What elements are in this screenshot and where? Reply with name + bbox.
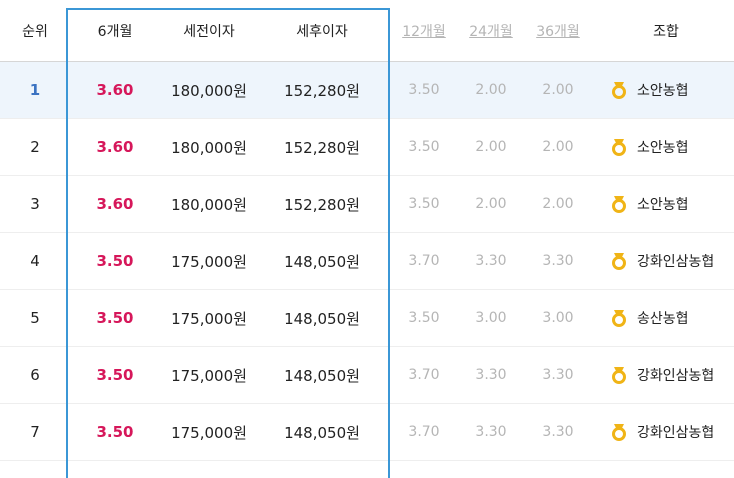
- header-12-months-link[interactable]: 12개월: [391, 0, 457, 61]
- table-row[interactable]: 2 3.60 180,000원 152,280원 3.50 2.00 2.00 …: [0, 119, 734, 176]
- post-tax-cell: 152,280원: [284, 195, 360, 214]
- post-tax-cell: 152,280원: [284, 138, 360, 157]
- union-cell[interactable]: 소안농협: [598, 176, 734, 232]
- rate-24m-cell: 2.00: [475, 196, 507, 212]
- rate-12m-cell: 3.50: [408, 196, 440, 212]
- rate-36m-cell: 3.00: [542, 310, 574, 326]
- union-name: 강화인삼농협: [637, 254, 715, 270]
- rate-36m-cell: 3.30: [542, 367, 574, 383]
- header-rank: 순위: [22, 23, 48, 40]
- medal-icon: [612, 139, 626, 156]
- rank-cell: 4: [30, 252, 40, 270]
- rank-cell: 5: [30, 309, 40, 327]
- rate-12m-cell: 3.50: [408, 310, 440, 326]
- union-cell[interactable]: 소안농협: [598, 62, 734, 118]
- post-tax-cell: 148,050원: [284, 252, 360, 271]
- pre-tax-cell: 175,000원: [171, 366, 247, 385]
- table-header: 순위 6개월 세전이자 세후이자 12개월 24개월 36개월 조합: [0, 0, 734, 62]
- union-cell[interactable]: 강화인삼농협: [598, 347, 734, 403]
- header-24-months-link[interactable]: 24개월: [457, 0, 525, 61]
- pre-tax-cell: 180,000원: [171, 138, 247, 157]
- rank-cell: 3: [30, 195, 40, 213]
- table-row[interactable]: 4 3.50 175,000원 148,050원 3.70 3.30 3.30 …: [0, 233, 734, 290]
- union-name: 소안농협: [637, 140, 689, 156]
- rate-36m-cell: 2.00: [542, 82, 574, 98]
- medal-icon: [612, 82, 626, 99]
- rate-12m-cell: 3.50: [408, 139, 440, 155]
- rate-24m-cell: 2.00: [475, 139, 507, 155]
- rate-6m-cell: 3.50: [96, 252, 134, 270]
- union-cell[interactable]: 강화인삼농협: [598, 233, 734, 289]
- union-cell[interactable]: 소안농협: [598, 119, 734, 175]
- medal-icon: [612, 367, 626, 384]
- post-tax-cell: 148,050원: [284, 309, 360, 328]
- rate-12m-cell: 3.70: [408, 367, 440, 383]
- rate-36m-cell: 2.00: [542, 196, 574, 212]
- table-row[interactable]: 7 3.50 175,000원 148,050원 3.70 3.30 3.30 …: [0, 404, 734, 461]
- rate-6m-cell: 3.50: [96, 309, 134, 327]
- union-name: 소안농협: [637, 197, 689, 213]
- rank-cell: 1: [29, 81, 41, 99]
- pre-tax-cell: 175,000원: [171, 309, 247, 328]
- post-tax-cell: 148,050원: [284, 366, 360, 385]
- header-post-tax-interest: 세후이자: [296, 23, 348, 40]
- table-row[interactable]: 5 3.50 175,000원 148,050원 3.50 3.00 3.00 …: [0, 290, 734, 347]
- rate-6m-cell: 3.60: [96, 81, 134, 99]
- rate-36m-cell: 3.30: [542, 253, 574, 269]
- rate-6m-cell: 3.60: [96, 138, 134, 156]
- rate-12m-cell: 3.50: [408, 82, 440, 98]
- header-union: 조합: [653, 23, 679, 40]
- union-name: 강화인삼농협: [637, 368, 715, 384]
- rank-cell: 6: [30, 366, 40, 384]
- medal-icon: [612, 253, 626, 270]
- rate-36m-cell: 2.00: [542, 139, 574, 155]
- pre-tax-cell: 180,000원: [171, 195, 247, 214]
- medal-icon: [612, 310, 626, 327]
- header-pre-tax-interest: 세전이자: [183, 23, 235, 40]
- post-tax-cell: 152,280원: [284, 81, 360, 100]
- pre-tax-cell: 175,000원: [171, 252, 247, 271]
- union-name: 소안농협: [637, 83, 689, 99]
- rate-24m-cell: 3.00: [475, 310, 507, 326]
- union-name: 송산농협: [637, 311, 689, 327]
- table-row[interactable]: 1 3.60 180,000원 152,280원 3.50 2.00 2.00 …: [0, 62, 734, 119]
- rate-24m-cell: 2.00: [475, 82, 507, 98]
- medal-icon: [612, 196, 626, 213]
- rate-24m-cell: 3.30: [475, 253, 507, 269]
- pre-tax-cell: 180,000원: [171, 81, 247, 100]
- rate-6m-cell: 3.60: [96, 195, 134, 213]
- medal-icon: [612, 424, 626, 441]
- header-36-months-link[interactable]: 36개월: [525, 0, 591, 61]
- rate-6m-cell: 3.50: [96, 366, 134, 384]
- rate-12m-cell: 3.70: [408, 253, 440, 269]
- rate-table: 순위 6개월 세전이자 세후이자 12개월 24개월 36개월 조합 1 3.6…: [0, 0, 734, 461]
- union-name: 강화인삼농협: [637, 425, 715, 441]
- union-cell[interactable]: 송산농협: [598, 290, 734, 346]
- table-row[interactable]: 3 3.60 180,000원 152,280원 3.50 2.00 2.00 …: [0, 176, 734, 233]
- header-6-months[interactable]: 6개월: [66, 0, 164, 61]
- rank-cell: 2: [30, 138, 40, 156]
- rate-24m-cell: 3.30: [475, 367, 507, 383]
- table-row[interactable]: 6 3.50 175,000원 148,050원 3.70 3.30 3.30 …: [0, 347, 734, 404]
